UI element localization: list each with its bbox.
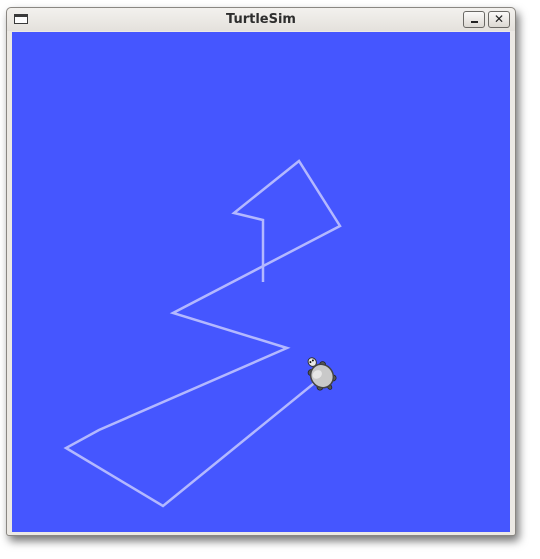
close-icon: ✕ [493,12,505,26]
window-title: TurtleSim [226,12,296,27]
title-bar[interactable]: TurtleSim ✕ [7,8,515,31]
canvas-svg [12,32,510,532]
turtlesim-window: TurtleSim ✕ [6,7,516,536]
minimize-button[interactable] [463,11,485,28]
minimize-icon [471,21,478,23]
turtle-canvas [12,32,510,532]
close-button[interactable]: ✕ [488,11,510,28]
canvas-background [12,32,510,532]
